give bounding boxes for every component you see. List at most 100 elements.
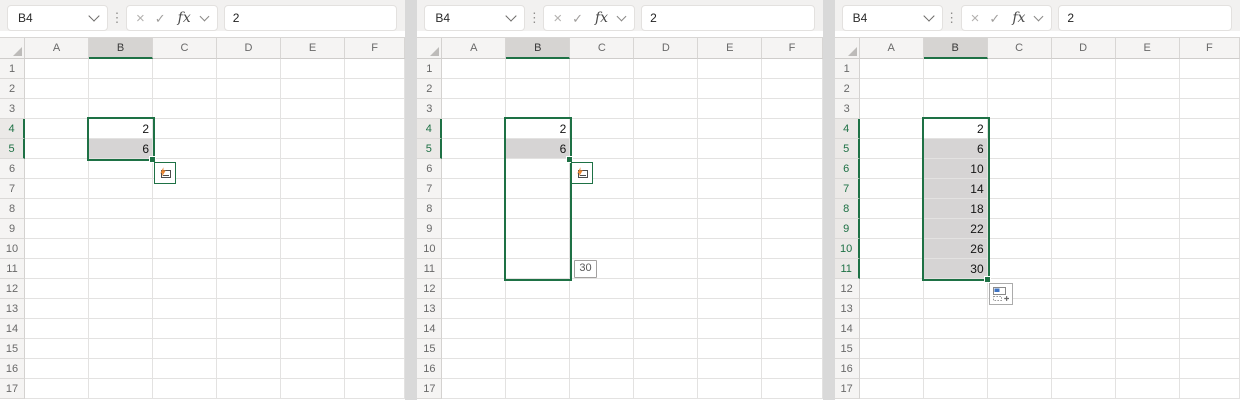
row-header-1[interactable]: 1 bbox=[417, 59, 442, 79]
cell-D6[interactable] bbox=[1052, 159, 1116, 179]
quick-analysis-button[interactable] bbox=[154, 162, 176, 184]
cell-A1[interactable] bbox=[442, 59, 506, 79]
column-header-C[interactable]: C bbox=[153, 38, 217, 59]
cell-B4[interactable]: 2 bbox=[506, 119, 570, 139]
chevron-down-icon[interactable] bbox=[617, 11, 627, 21]
cell-F4[interactable] bbox=[762, 119, 822, 139]
cell-A9[interactable] bbox=[860, 219, 924, 239]
cell-D5[interactable] bbox=[1052, 139, 1116, 159]
cell-C17[interactable] bbox=[988, 379, 1052, 399]
row-header-10[interactable]: 10 bbox=[417, 239, 442, 259]
row-header-13[interactable]: 13 bbox=[417, 299, 442, 319]
formula-bar-input[interactable]: 2 bbox=[224, 5, 398, 31]
cell-E5[interactable] bbox=[698, 139, 762, 159]
cell-A11[interactable] bbox=[442, 259, 506, 279]
cell-E12[interactable] bbox=[1116, 279, 1180, 299]
quick-analysis-button[interactable] bbox=[571, 162, 593, 184]
row-header-13[interactable]: 13 bbox=[835, 299, 860, 319]
row-header-11[interactable]: 11 bbox=[835, 259, 860, 279]
cell-E17[interactable] bbox=[698, 379, 762, 399]
cell-F13[interactable] bbox=[762, 299, 822, 319]
cell-C3[interactable] bbox=[988, 99, 1052, 119]
cell-F15[interactable] bbox=[345, 339, 405, 359]
row-header-7[interactable]: 7 bbox=[0, 179, 25, 199]
cell-E9[interactable] bbox=[281, 219, 345, 239]
cell-B4[interactable]: 2 bbox=[89, 119, 153, 139]
row-header-8[interactable]: 8 bbox=[835, 199, 860, 219]
cell-B16[interactable] bbox=[924, 359, 988, 379]
cell-B10[interactable] bbox=[506, 239, 570, 259]
cell-D16[interactable] bbox=[634, 359, 698, 379]
row-header-12[interactable]: 12 bbox=[835, 279, 860, 299]
column-header-E[interactable]: E bbox=[1116, 38, 1180, 59]
row-header-13[interactable]: 13 bbox=[0, 299, 25, 319]
chevron-down-icon[interactable] bbox=[923, 10, 934, 21]
cell-B8[interactable] bbox=[506, 199, 570, 219]
cell-F7[interactable] bbox=[762, 179, 822, 199]
cell-F9[interactable] bbox=[1180, 219, 1240, 239]
column-header-D[interactable]: D bbox=[634, 38, 698, 59]
cell-A9[interactable] bbox=[442, 219, 506, 239]
column-header-F[interactable]: F bbox=[762, 38, 822, 59]
enter-button[interactable]: ✓ bbox=[155, 12, 166, 25]
cell-A13[interactable] bbox=[25, 299, 89, 319]
cancel-button[interactable]: × bbox=[971, 11, 980, 26]
row-header-7[interactable]: 7 bbox=[417, 179, 442, 199]
row-header-5[interactable]: 5 bbox=[835, 139, 860, 159]
cell-A17[interactable] bbox=[860, 379, 924, 399]
row-header-3[interactable]: 3 bbox=[417, 99, 442, 119]
insert-function-button[interactable]: fx bbox=[595, 11, 608, 25]
cell-F13[interactable] bbox=[345, 299, 405, 319]
row-header-14[interactable]: 14 bbox=[0, 319, 25, 339]
cell-C9[interactable] bbox=[988, 219, 1052, 239]
cell-F14[interactable] bbox=[345, 319, 405, 339]
cell-F15[interactable] bbox=[762, 339, 822, 359]
cell-B9[interactable] bbox=[89, 219, 153, 239]
cell-F5[interactable] bbox=[1180, 139, 1240, 159]
row-header-6[interactable]: 6 bbox=[835, 159, 860, 179]
cell-C9[interactable] bbox=[153, 219, 217, 239]
column-header-A[interactable]: A bbox=[25, 38, 89, 59]
cell-D15[interactable] bbox=[634, 339, 698, 359]
cell-A14[interactable] bbox=[25, 319, 89, 339]
cell-A10[interactable] bbox=[25, 239, 89, 259]
row-header-1[interactable]: 1 bbox=[835, 59, 860, 79]
row-header-16[interactable]: 16 bbox=[0, 359, 25, 379]
cell-A3[interactable] bbox=[25, 99, 89, 119]
cell-A1[interactable] bbox=[860, 59, 924, 79]
cell-D3[interactable] bbox=[217, 99, 281, 119]
select-all-corner[interactable] bbox=[417, 38, 442, 59]
cell-A2[interactable] bbox=[860, 79, 924, 99]
cell-D7[interactable] bbox=[1052, 179, 1116, 199]
cell-D4[interactable] bbox=[634, 119, 698, 139]
cell-B4[interactable]: 2 bbox=[924, 119, 988, 139]
row-header-9[interactable]: 9 bbox=[417, 219, 442, 239]
chevron-down-icon[interactable] bbox=[506, 10, 517, 21]
cell-D11[interactable] bbox=[217, 259, 281, 279]
cell-B7[interactable] bbox=[506, 179, 570, 199]
cell-A6[interactable] bbox=[860, 159, 924, 179]
row-header-3[interactable]: 3 bbox=[835, 99, 860, 119]
cell-F2[interactable] bbox=[345, 79, 405, 99]
cell-E3[interactable] bbox=[281, 99, 345, 119]
cell-E2[interactable] bbox=[698, 79, 762, 99]
cell-B13[interactable] bbox=[506, 299, 570, 319]
cell-D5[interactable] bbox=[217, 139, 281, 159]
column-header-D[interactable]: D bbox=[1052, 38, 1116, 59]
cell-F9[interactable] bbox=[345, 219, 405, 239]
cell-C15[interactable] bbox=[153, 339, 217, 359]
cell-B12[interactable] bbox=[506, 279, 570, 299]
cell-C4[interactable] bbox=[153, 119, 217, 139]
cell-E16[interactable] bbox=[281, 359, 345, 379]
cell-C3[interactable] bbox=[153, 99, 217, 119]
row-header-17[interactable]: 17 bbox=[417, 379, 442, 399]
cell-F14[interactable] bbox=[762, 319, 822, 339]
cell-D12[interactable] bbox=[217, 279, 281, 299]
cell-B11[interactable] bbox=[506, 259, 570, 279]
cell-E7[interactable] bbox=[698, 179, 762, 199]
column-header-F[interactable]: F bbox=[345, 38, 405, 59]
cell-D2[interactable] bbox=[217, 79, 281, 99]
cell-C10[interactable] bbox=[570, 239, 634, 259]
cell-C8[interactable] bbox=[153, 199, 217, 219]
cell-B14[interactable] bbox=[89, 319, 153, 339]
